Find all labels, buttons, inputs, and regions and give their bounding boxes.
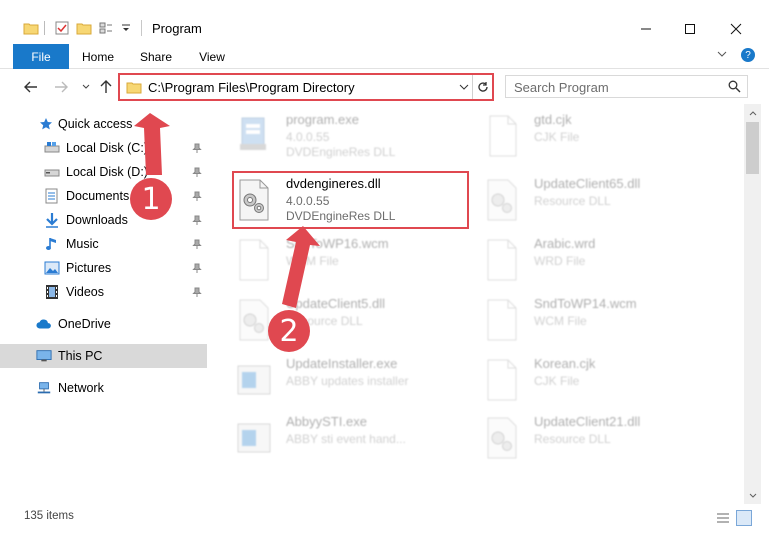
callout-2: 2: [268, 310, 310, 352]
callout-1: 1: [130, 178, 172, 220]
arrow-2: [282, 226, 320, 308]
annotation-arrows: [134, 113, 320, 308]
arrow-1: [134, 113, 170, 175]
